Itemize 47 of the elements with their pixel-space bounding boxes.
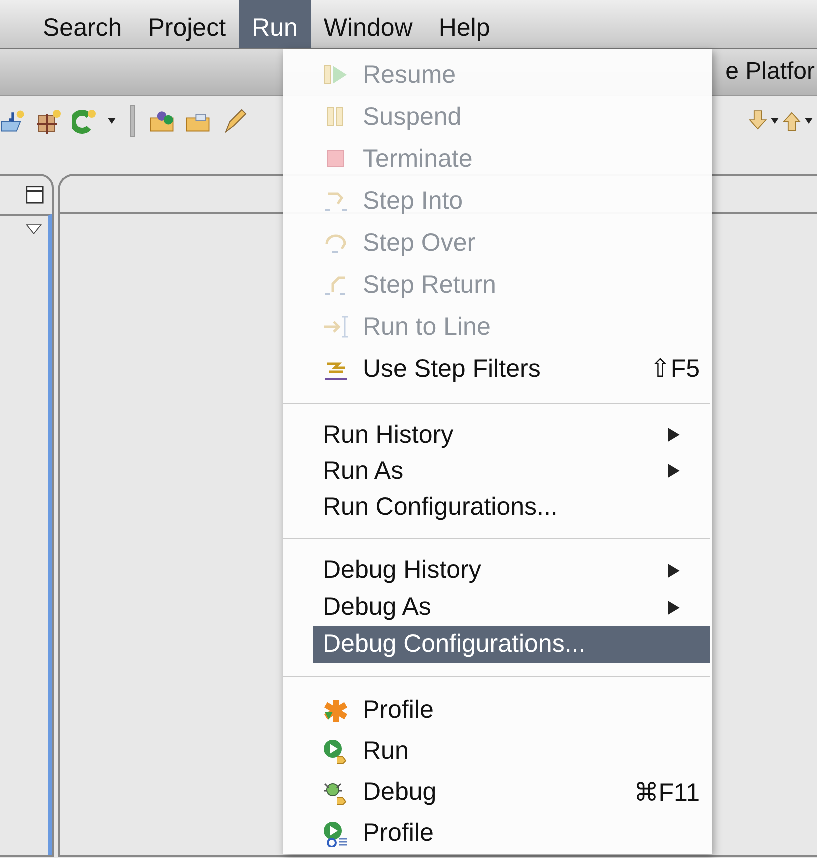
menu-item[interactable]: Run As [313, 453, 710, 489]
menu-item-label: Run Configurations... [323, 492, 558, 522]
menu-item-label: Run to Line [363, 312, 491, 342]
run-icon [323, 738, 349, 764]
menu-item-label: Debug [363, 778, 437, 807]
menu-bar-item[interactable]: Run [239, 0, 311, 48]
menu-item-label: Run As [323, 456, 404, 486]
menu-item-label: Step Return [363, 270, 496, 300]
menu-item[interactable]: Profile [313, 690, 710, 731]
menu-bar-item[interactable]: Help [426, 0, 504, 48]
run-list-icon [323, 820, 349, 846]
menu-item-label: Debug Configurations... [323, 630, 586, 659]
menu-item-label: Debug History [323, 556, 482, 585]
menu-item-label: Step Over [363, 228, 476, 258]
menu-item[interactable]: Debug Configurations... [313, 626, 710, 663]
menu-item-label: Suspend [363, 102, 462, 132]
run-to-line-icon [323, 314, 349, 340]
menu-item-label: Use Step Filters [363, 354, 541, 384]
menu-item-label: Profile [363, 819, 434, 848]
menu-bar-item[interactable]: Window [310, 0, 426, 48]
menu-bar-item[interactable]: Search [30, 0, 136, 48]
grid-icon[interactable] [36, 108, 64, 134]
view-menu-icon[interactable] [26, 224, 42, 235]
menu-item-label: Step Into [363, 186, 464, 216]
maximize-icon[interactable] [26, 186, 44, 204]
dropdown-caret-icon[interactable] [771, 118, 779, 124]
dropdown-caret-icon[interactable] [108, 118, 116, 124]
window-title: e Platfor [726, 58, 816, 86]
asterisk-icon [323, 698, 349, 724]
dropdown-caret-icon[interactable] [805, 118, 813, 124]
menu-item-label: Run [363, 737, 409, 766]
shortcut-label: ⇧F5 [650, 354, 700, 384]
menu-item[interactable]: Run Configurations... [313, 489, 710, 525]
menu-item[interactable]: Use Step Filters ⇧F5 [313, 348, 710, 390]
menu-item-label: Run History [323, 420, 454, 450]
menu-item-label: Resume [363, 60, 456, 90]
menu-item[interactable]: Debug As [313, 589, 710, 626]
menu-item[interactable]: Debug ⌘F11 [313, 772, 710, 813]
menu-item-label: Terminate [363, 144, 473, 174]
shortcut-label: ⌘F11 [634, 778, 700, 808]
menu-item[interactable]: Run [313, 731, 710, 772]
menu-item[interactable]: Debug History [313, 552, 710, 589]
menu-bar-item[interactable]: Project [135, 0, 240, 48]
menu-item[interactable]: Profile [313, 813, 710, 854]
menu-item-label: Profile [363, 696, 434, 725]
menu-item-label: Debug As [323, 593, 432, 622]
menu-item[interactable]: Run History [313, 417, 710, 453]
